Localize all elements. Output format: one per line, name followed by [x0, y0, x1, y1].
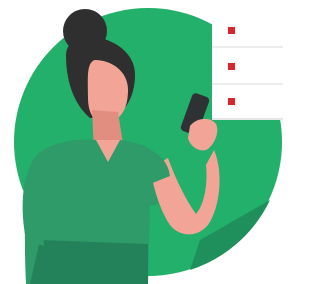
list-item	[228, 98, 235, 105]
list-bullet-icon	[228, 63, 235, 70]
card-background	[212, 8, 283, 120]
card-shadow	[212, 118, 283, 120]
checklist-card	[212, 8, 283, 120]
list-bullet-icon	[228, 98, 235, 105]
list-bullet-icon	[228, 27, 235, 34]
hero-illustration	[14, 8, 283, 284]
shirt-shadow	[30, 240, 148, 284]
